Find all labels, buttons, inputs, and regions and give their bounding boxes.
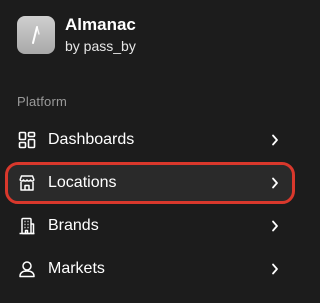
nav-item-brands[interactable]: Brands <box>8 208 292 244</box>
chevron-right-icon <box>270 262 280 276</box>
app-header[interactable]: Almanac by pass_by <box>17 15 136 55</box>
building-icon <box>18 217 36 235</box>
slash-logo-icon <box>17 16 55 54</box>
nav-item-label: Locations <box>48 174 117 191</box>
chevron-right-icon <box>270 219 280 233</box>
chevron-right-icon <box>270 176 280 190</box>
user-icon <box>18 260 36 278</box>
app-title: Almanac <box>65 15 136 34</box>
chevron-right-icon <box>270 133 280 147</box>
app-subtitle: by pass_by <box>65 38 136 54</box>
dashboard-grid-icon <box>18 131 36 149</box>
nav-item-label: Markets <box>48 260 105 277</box>
nav-item-markets[interactable]: Markets <box>8 251 292 287</box>
nav-item-label: Dashboards <box>48 131 135 148</box>
nav-item-dashboards[interactable]: Dashboards <box>8 122 292 158</box>
nav-item-label: Brands <box>48 217 99 234</box>
app-text: Almanac by pass_by <box>65 15 136 55</box>
sidebar: Almanac by pass_by Platform Dashboards L… <box>0 0 300 303</box>
storefront-icon <box>18 174 36 192</box>
section-label: Platform <box>17 94 68 109</box>
nav-item-locations[interactable]: Locations <box>5 162 295 204</box>
